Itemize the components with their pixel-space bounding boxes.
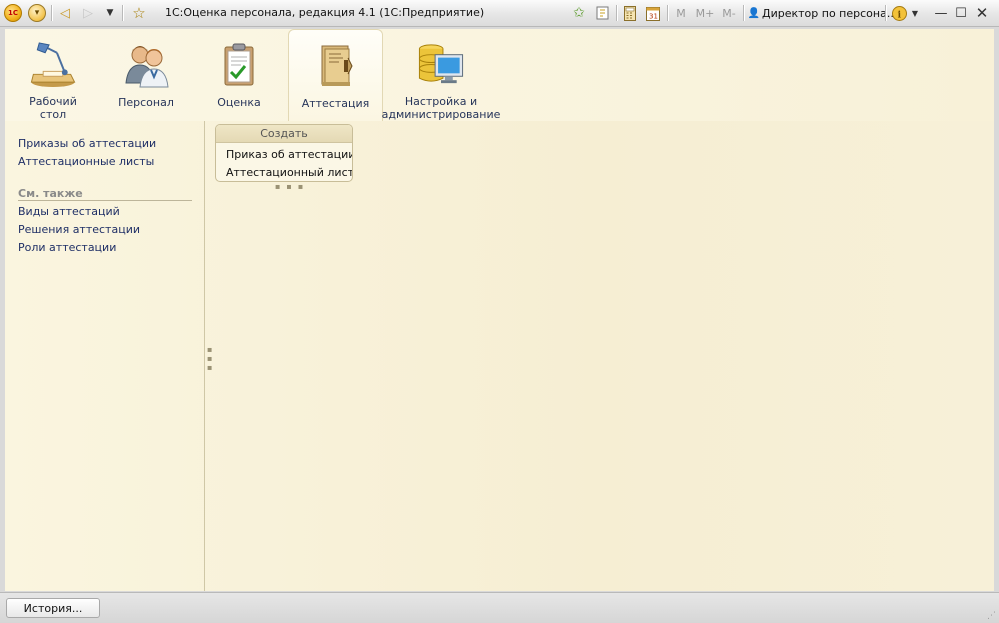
- favorites-star-icon[interactable]: ☆: [130, 4, 148, 22]
- section-desktop[interactable]: Рабочий стол: [13, 29, 93, 121]
- calendar-icon[interactable]: 31: [645, 4, 661, 22]
- toolbar-separator: [667, 5, 668, 21]
- add-favorite-icon[interactable]: ✩: [570, 4, 588, 22]
- close-icon[interactable]: ✕: [974, 4, 990, 22]
- nav-link-attestation-types[interactable]: Виды аттестаций: [18, 205, 120, 218]
- toolbar-separator: [885, 5, 886, 21]
- create-attestation-order[interactable]: Приказ об аттестации: [226, 148, 352, 161]
- info-dropdown-icon[interactable]: ▼: [910, 4, 920, 22]
- chevron-down-icon: ▾: [34, 8, 40, 18]
- svg-text:i: i: [897, 10, 901, 20]
- memory-minus-button[interactable]: M-: [718, 4, 740, 22]
- create-panel-resize-handle[interactable]: ▪▪▪: [275, 182, 309, 191]
- info-icon[interactable]: i: [891, 4, 907, 22]
- toolbar-separator: [122, 5, 123, 21]
- toolbar-separator: [616, 5, 617, 21]
- see-also-heading: См. также: [18, 187, 83, 200]
- create-panel: Создать Приказ об аттестации Аттестацион…: [215, 124, 353, 182]
- history-dropdown-icon[interactable]: ▼: [104, 4, 116, 22]
- toolbar-separator: [743, 5, 744, 21]
- forward-arrow-icon[interactable]: ▷: [81, 4, 95, 22]
- nav-link-attestation-decisions[interactable]: Решения аттестации: [18, 223, 140, 236]
- user-icon: 👤: [747, 7, 761, 19]
- section-label: Персонал: [118, 96, 174, 109]
- section-evaluation[interactable]: Оценка: [199, 29, 279, 121]
- title-bar: 1С ▾ ◁ ▷ ▼ ☆ 1С:Оценка персонала, редакц…: [0, 0, 999, 27]
- clipboard-check-icon: [224, 43, 254, 86]
- main-menu-button[interactable]: ▾: [28, 4, 46, 22]
- folder-doc-icon: [321, 45, 353, 86]
- section-label: Оценка: [217, 96, 261, 109]
- calculator-icon[interactable]: [622, 4, 638, 22]
- memory-m-button[interactable]: M: [674, 4, 688, 22]
- divider: [18, 200, 192, 201]
- section-settings[interactable]: Настройка и администрирование: [382, 29, 500, 121]
- maximize-icon[interactable]: ☐: [953, 4, 969, 22]
- desk-lamp-icon: [30, 42, 76, 88]
- bookmark-icon[interactable]: [594, 4, 610, 22]
- create-panel-title: Создать: [216, 125, 352, 143]
- window-title: 1С:Оценка персонала, редакция 4.1 (1С:Пр…: [165, 6, 485, 19]
- create-attestation-sheet[interactable]: Аттестационный лист: [226, 166, 352, 179]
- back-arrow-icon[interactable]: ◁: [58, 4, 72, 22]
- panel-splitter-handle[interactable]: ▪ ▪ ▪: [207, 345, 212, 372]
- toolbar-separator: [51, 5, 52, 21]
- workspace: Приказы об аттестации Аттестационные лис…: [5, 121, 994, 591]
- navigation-panel: Приказы об аттестации Аттестационные лис…: [5, 121, 205, 591]
- section-label: Аттестация: [301, 97, 370, 110]
- section-label: Рабочий стол: [29, 95, 77, 121]
- section-label: Настройка и администрирование: [381, 95, 501, 121]
- nav-link-attestation-roles[interactable]: Роли аттестации: [18, 241, 116, 254]
- sections-panel: Рабочий стол Персонал Оценка Аттестация …: [5, 29, 994, 122]
- svg-text:31: 31: [649, 12, 658, 20]
- history-button[interactable]: История...: [6, 598, 100, 618]
- resize-grip-icon[interactable]: ⋰: [987, 612, 996, 621]
- current-user[interactable]: Директор по персона...: [762, 4, 897, 22]
- app-logo-icon[interactable]: 1С: [4, 4, 22, 22]
- people-icon: [125, 46, 169, 88]
- section-attestation[interactable]: Аттестация: [288, 29, 383, 121]
- nav-link-attestation-sheets[interactable]: Аттестационные листы: [18, 155, 154, 168]
- status-bar: История... ⋰: [0, 592, 999, 623]
- memory-plus-button[interactable]: M+: [694, 4, 716, 22]
- minimize-icon[interactable]: —: [933, 4, 949, 22]
- nav-link-attestation-orders[interactable]: Приказы об аттестации: [18, 137, 156, 150]
- database-monitor-icon: [418, 44, 464, 84]
- section-personnel[interactable]: Персонал: [106, 29, 186, 121]
